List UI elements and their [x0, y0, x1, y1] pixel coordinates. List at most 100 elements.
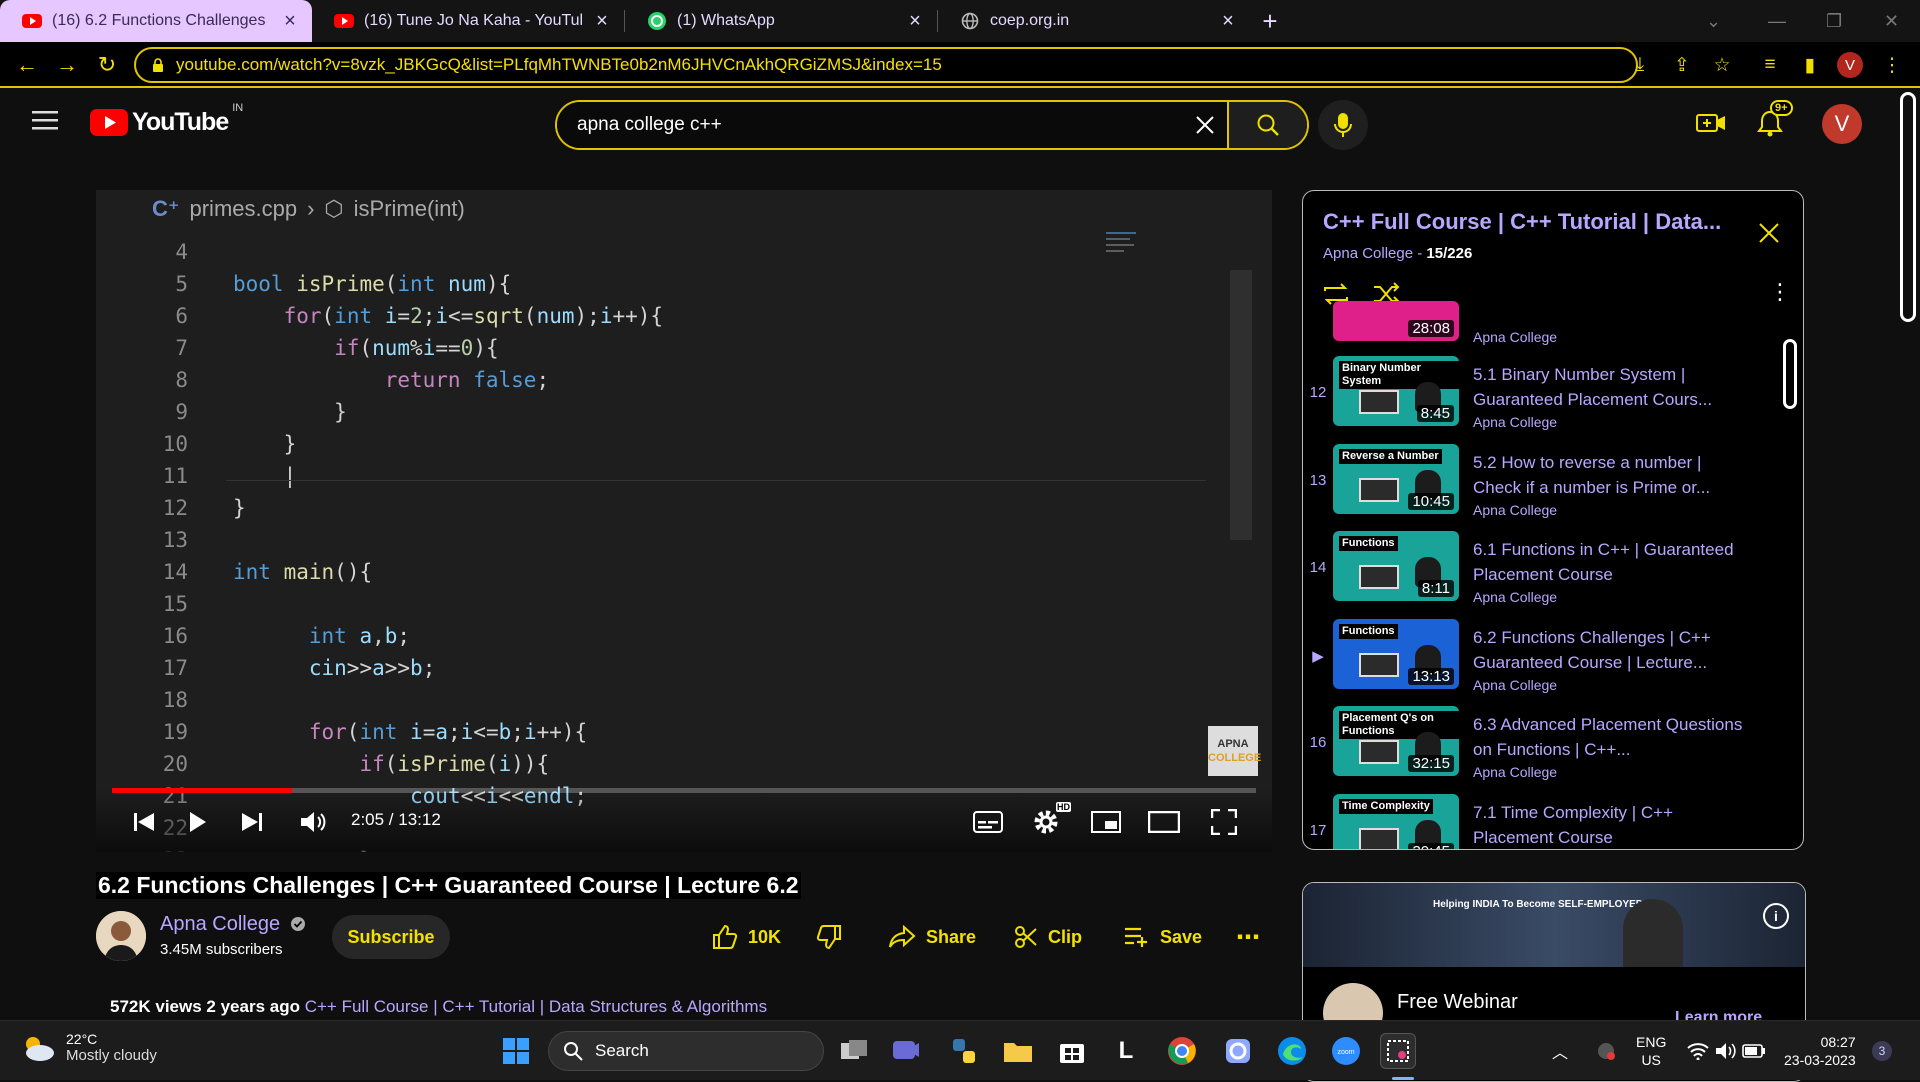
snipping-tool-icon[interactable]: [1380, 1033, 1416, 1069]
l-app-icon[interactable]: L: [1108, 1033, 1144, 1069]
window-close-button[interactable]: ✕: [1884, 0, 1899, 42]
hashtag-link[interactable]: C++ Tutorial | Data Structures & Algorit…: [442, 997, 767, 1016]
settings-gear-icon[interactable]: HD: [1028, 802, 1071, 840]
hashtag-link[interactable]: C++ Full Course |: [305, 997, 438, 1016]
side-panel-icon[interactable]: ▮: [1796, 51, 1824, 79]
notifications-button[interactable]: 9+: [1756, 100, 1793, 143]
search-input[interactable]: [557, 102, 1183, 148]
teams-chat-icon[interactable]: [888, 1033, 924, 1069]
taskbar-search-label: Search: [595, 1041, 649, 1060]
code-line: 10 }: [96, 428, 1096, 460]
weather-widget[interactable]: 22°C Mostly cloudy: [20, 1031, 157, 1064]
line-number: 17: [162, 656, 188, 680]
account-avatar[interactable]: V: [1822, 104, 1862, 144]
line-number: 11: [162, 464, 188, 488]
tab-tune-jo-na-kaha[interactable]: (16) Tune Jo Na Kaha - YouTube ×: [312, 0, 624, 42]
forward-button[interactable]: →: [52, 50, 82, 80]
close-icon[interactable]: ×: [592, 10, 612, 33]
chevron-up-icon[interactable]: ︿: [1542, 1033, 1578, 1069]
volume-icon[interactable]: [296, 804, 332, 840]
task-view-icon[interactable]: [836, 1033, 872, 1069]
playlist-item[interactable]: 28:08 Apna College: [1303, 271, 1773, 355]
tab-search-chevron-icon[interactable]: ⌄: [1706, 0, 1721, 42]
install-icon[interactable]: ⤓: [1626, 51, 1654, 79]
search-button[interactable]: [1227, 102, 1307, 148]
thumbnail-text: Time Complexity: [1339, 799, 1433, 814]
bookmark-star-icon[interactable]: ☆: [1708, 51, 1736, 79]
cortana-icon[interactable]: [1220, 1033, 1256, 1069]
subscribe-button[interactable]: Subscribe: [332, 915, 450, 959]
python-icon[interactable]: [946, 1033, 982, 1069]
file-explorer-icon[interactable]: [1000, 1033, 1036, 1069]
close-playlist-icon[interactable]: [1757, 221, 1781, 245]
playlist-item[interactable]: 17 Time Complexity 30:45 7.1 Time Complexit…: [1303, 794, 1773, 849]
like-button[interactable]: 10K: [712, 915, 781, 959]
fullscreen-icon[interactable]: [1206, 804, 1242, 840]
close-icon[interactable]: ×: [280, 10, 300, 33]
profile-button[interactable]: V: [1836, 51, 1864, 79]
dislike-button[interactable]: [816, 915, 842, 959]
close-icon[interactable]: ×: [905, 10, 925, 33]
tab-functions-challenges[interactable]: (16) 6.2 Functions Challenges | C ×: [0, 0, 312, 42]
minimize-button[interactable]: —: [1768, 0, 1786, 42]
browser-menu-icon[interactable]: ⋮: [1878, 51, 1906, 79]
close-icon[interactable]: ×: [1218, 10, 1238, 33]
zoom-icon[interactable]: zoom: [1328, 1033, 1364, 1069]
miniplayer-icon[interactable]: [1088, 804, 1124, 840]
progress-bar[interactable]: [112, 788, 1256, 793]
chrome-icon[interactable]: [1164, 1033, 1200, 1069]
subtitles-icon[interactable]: [970, 804, 1006, 840]
playlist-channel[interactable]: Apna College: [1323, 245, 1413, 262]
notification-center-badge[interactable]: 3: [1872, 1041, 1892, 1061]
playlist-item[interactable]: 14 Functions 8:11 6.1 Functions in C++ | Gu…: [1303, 531, 1773, 615]
create-video-icon[interactable]: [1696, 112, 1726, 139]
previous-icon[interactable]: [126, 804, 162, 840]
next-icon[interactable]: [234, 804, 270, 840]
channel-avatar[interactable]: [96, 911, 146, 961]
tray-app-icon[interactable]: [1588, 1033, 1624, 1069]
restore-button[interactable]: ❐: [1826, 0, 1842, 42]
whatsapp-icon: [647, 11, 667, 31]
media-queue-icon[interactable]: ≡: [1756, 51, 1784, 79]
playlist-item[interactable]: 12 Binary Number System 8:45 5.1 Binary Num…: [1303, 356, 1773, 440]
play-icon[interactable]: [180, 804, 216, 840]
tab-coep[interactable]: coep.org.in ×: [938, 0, 1250, 42]
hamburger-menu-icon[interactable]: [32, 110, 58, 135]
channel-name[interactable]: Apna College: [160, 913, 306, 936]
battery-icon[interactable]: [1736, 1033, 1772, 1069]
save-button[interactable]: Save: [1124, 915, 1202, 959]
scissors-icon: [1015, 926, 1037, 948]
laptop-image: [1359, 653, 1399, 677]
code-line: 6 for(int i=2;i<=sqrt(num);i++){: [96, 300, 1096, 332]
playlist-item[interactable]: 16 Placement Q's on Functions 32:15 6.3 Adv…: [1303, 706, 1773, 790]
verified-icon: [290, 917, 305, 931]
reload-button[interactable]: ↻: [92, 50, 122, 80]
microsoft-store-icon[interactable]: [1054, 1033, 1090, 1069]
more-actions-icon[interactable]: ⋯: [1236, 915, 1260, 959]
tab-whatsapp[interactable]: (1) WhatsApp ×: [625, 0, 937, 42]
playlist-item[interactable]: 13 Reverse a Number 10:45 5.2 How to revers…: [1303, 444, 1773, 528]
clip-button[interactable]: Clip: [1014, 915, 1082, 959]
info-icon[interactable]: i: [1763, 903, 1789, 929]
page-scrollbar[interactable]: [1900, 92, 1916, 322]
clock[interactable]: 08:27 23-03-2023: [1784, 1033, 1856, 1069]
language-indicator[interactable]: ENG US: [1636, 1033, 1666, 1069]
playlist-scrollbar[interactable]: [1783, 339, 1797, 409]
clear-search-icon[interactable]: [1183, 102, 1227, 148]
share-button[interactable]: Share: [888, 915, 976, 959]
edge-icon[interactable]: [1274, 1033, 1310, 1069]
share-icon[interactable]: ⇪: [1668, 51, 1696, 79]
address-bar[interactable]: youtube.com/watch?v=8vzk_JBKGcQ&list=PLf…: [134, 47, 1638, 83]
youtube-logo[interactable]: YouTube IN: [90, 102, 243, 137]
video-player[interactable]: C⁺ primes.cpp › ⬡ isPrime(int) 4 5 bool is…: [96, 190, 1272, 852]
playlist-title[interactable]: C++ Full Course | C++ Tutorial | Data...: [1323, 209, 1721, 235]
back-button[interactable]: ←: [12, 50, 42, 80]
voice-search-button[interactable]: [1318, 100, 1368, 150]
playlist-item[interactable]: ▶ Functions 13:13 6.2 Functions Challenges …: [1303, 619, 1773, 703]
theater-mode-icon[interactable]: [1146, 804, 1182, 840]
tab-title: coep.org.in: [990, 12, 1070, 29]
windows-start-icon[interactable]: [498, 1033, 534, 1069]
search-icon: [1257, 114, 1279, 136]
new-tab-button[interactable]: +: [1250, 0, 1290, 42]
taskbar-search[interactable]: Search: [548, 1031, 824, 1071]
